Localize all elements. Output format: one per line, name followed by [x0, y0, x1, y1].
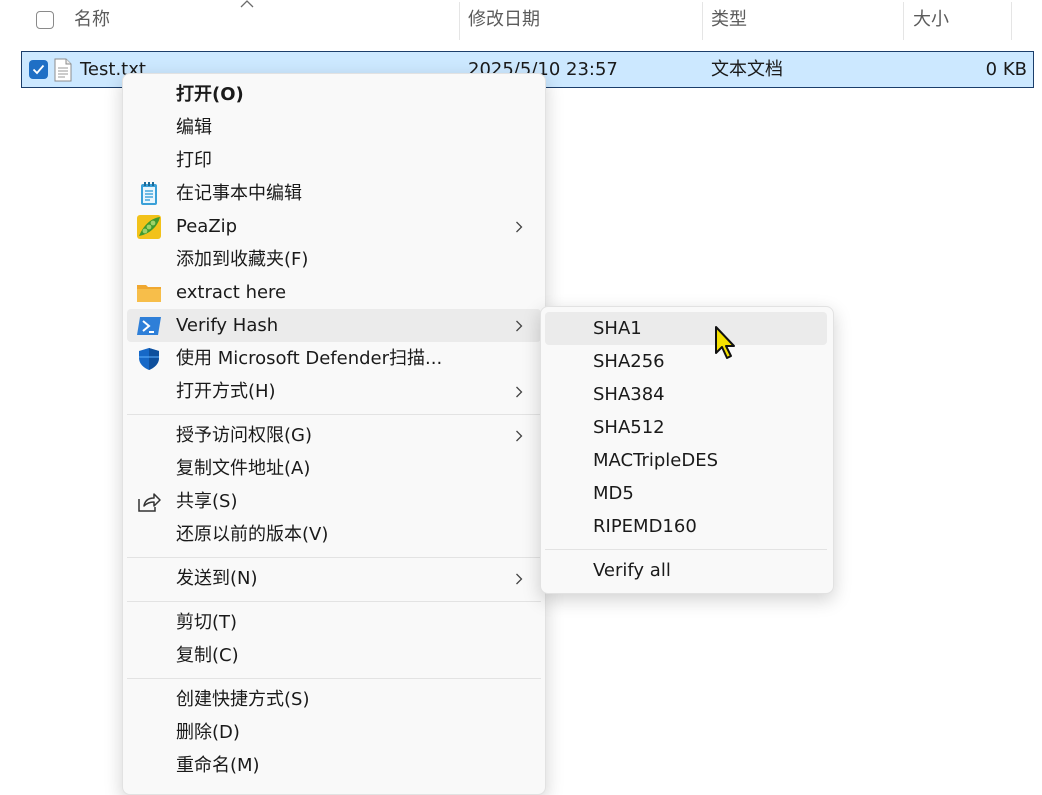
menu-item-send-to[interactable]: 发送到(N) — [127, 562, 541, 595]
menu-item-add-to-favorites[interactable]: 添加到收藏夹(F) — [127, 243, 541, 276]
menu-item-label: 使用 Microsoft Defender扫描... — [176, 348, 443, 369]
menu-item-extract-here[interactable]: extract here — [127, 276, 541, 309]
menu-item-open-with[interactable]: 打开方式(H) — [127, 375, 541, 408]
checkmark-icon — [32, 64, 45, 75]
submenu-item-md5[interactable]: MD5 — [545, 477, 827, 510]
menu-separator — [127, 557, 541, 558]
column-divider[interactable] — [702, 2, 703, 40]
menu-item-label: 重命名(M) — [176, 755, 260, 776]
submenu-item-label: MACTripleDES — [593, 450, 719, 471]
menu-item-label: 授予访问权限(G) — [176, 425, 312, 446]
text-file-icon — [54, 58, 72, 82]
menu-item-label: 复制(C) — [176, 645, 239, 666]
menu-item-share[interactable]: 共享(S) — [127, 485, 541, 518]
menu-item-grant-access[interactable]: 授予访问权限(G) — [127, 419, 541, 452]
menu-item-label: 发送到(N) — [176, 568, 258, 589]
menu-item-label: 创建快捷方式(S) — [176, 689, 310, 710]
chevron-right-icon — [516, 430, 523, 442]
menu-item-open[interactable]: 打开(O) — [127, 78, 541, 111]
column-type-header[interactable]: 类型 — [711, 0, 747, 42]
submenu-item-sha1[interactable]: SHA1 — [545, 312, 827, 345]
select-all-checkbox[interactable] — [36, 11, 54, 29]
submenu-item-verify-all[interactable]: Verify all — [545, 554, 827, 587]
submenu-item-sha384[interactable]: SHA384 — [545, 378, 827, 411]
submenu-item-label: SHA384 — [593, 384, 665, 405]
submenu-item-label: Verify all — [593, 560, 671, 581]
column-date-header[interactable]: 修改日期 — [468, 0, 540, 42]
menu-item-peazip[interactable]: PeaZip — [127, 210, 541, 243]
submenu-item-sha512[interactable]: SHA512 — [545, 411, 827, 444]
column-divider[interactable] — [459, 2, 460, 40]
menu-separator — [127, 678, 541, 679]
menu-item-label: 删除(D) — [176, 722, 240, 743]
sort-ascending-icon — [240, 0, 254, 8]
chevron-right-icon — [516, 221, 523, 233]
menu-item-edit[interactable]: 编辑 — [127, 111, 541, 144]
file-size: 0 KB — [985, 59, 1027, 80]
column-divider[interactable] — [1011, 2, 1012, 40]
menu-separator — [127, 414, 541, 415]
column-size-header[interactable]: 大小 — [913, 0, 949, 42]
menu-item-label: 编辑 — [176, 117, 212, 138]
menu-item-delete[interactable]: 删除(D) — [127, 716, 541, 749]
menu-item-restore-previous-versions[interactable]: 还原以前的版本(V) — [127, 518, 541, 551]
share-icon — [138, 493, 161, 512]
menu-item-edit-in-notepad[interactable]: 在记事本中编辑 — [127, 177, 541, 210]
chevron-right-icon — [516, 573, 523, 585]
menu-item-label: PeaZip — [176, 216, 238, 237]
submenu-item-ripemd160[interactable]: RIPEMD160 — [545, 510, 827, 543]
file-type: 文本文档 — [711, 59, 783, 80]
column-header: 名称 修改日期 类型 大小 — [0, 0, 1042, 42]
menu-item-label: Verify Hash — [176, 315, 279, 336]
column-divider[interactable] — [903, 2, 904, 40]
peazip-icon — [137, 215, 161, 239]
menu-item-label: 打开(O) — [176, 84, 244, 105]
menu-item-label: 打开方式(H) — [176, 381, 276, 402]
submenu-item-mactripledes[interactable]: MACTripleDES — [545, 444, 827, 477]
menu-item-label: 共享(S) — [176, 491, 238, 512]
mouse-cursor-icon — [715, 326, 735, 359]
menu-item-create-shortcut[interactable]: 创建快捷方式(S) — [127, 683, 541, 716]
menu-item-label: 在记事本中编辑 — [176, 183, 302, 204]
menu-item-label: 复制文件地址(A) — [176, 458, 311, 479]
row-checkbox[interactable] — [29, 60, 48, 79]
chevron-right-icon — [516, 320, 523, 332]
submenu-item-label: SHA1 — [593, 318, 642, 339]
folder-icon — [137, 285, 161, 302]
chevron-right-icon — [516, 386, 523, 398]
column-name-header[interactable]: 名称 — [74, 0, 110, 42]
menu-item-label: 打印 — [176, 150, 212, 171]
menu-item-print[interactable]: 打印 — [127, 144, 541, 177]
verify-hash-submenu: SHA1 SHA256 SHA384 SHA512 MACTripleDES M… — [540, 306, 834, 594]
menu-item-label: 添加到收藏夹(F) — [176, 249, 309, 270]
notepad-icon — [141, 182, 157, 205]
powershell-icon — [137, 317, 161, 335]
menu-item-copy-path[interactable]: 复制文件地址(A) — [127, 452, 541, 485]
submenu-separator — [545, 549, 827, 550]
menu-item-label: extract here — [176, 282, 287, 303]
submenu-item-sha256[interactable]: SHA256 — [545, 345, 827, 378]
menu-item-defender-scan[interactable]: 使用 Microsoft Defender扫描... — [127, 342, 541, 375]
menu-item-verify-hash[interactable]: Verify Hash — [127, 309, 541, 342]
submenu-item-label: SHA256 — [593, 351, 665, 372]
menu-item-rename[interactable]: 重命名(M) — [127, 749, 541, 782]
defender-shield-icon — [139, 348, 159, 370]
submenu-item-label: MD5 — [593, 483, 634, 504]
menu-item-label: 剪切(T) — [176, 612, 238, 633]
context-menu: 打开(O) 编辑 打印 在记事本中编辑 PeaZip 添加到收藏夹(F) ext… — [122, 73, 546, 795]
menu-item-label: 还原以前的版本(V) — [176, 524, 329, 545]
submenu-item-label: SHA512 — [593, 417, 665, 438]
submenu-item-label: RIPEMD160 — [593, 516, 697, 537]
menu-separator — [127, 601, 541, 602]
menu-item-copy[interactable]: 复制(C) — [127, 639, 541, 672]
menu-item-cut[interactable]: 剪切(T) — [127, 606, 541, 639]
